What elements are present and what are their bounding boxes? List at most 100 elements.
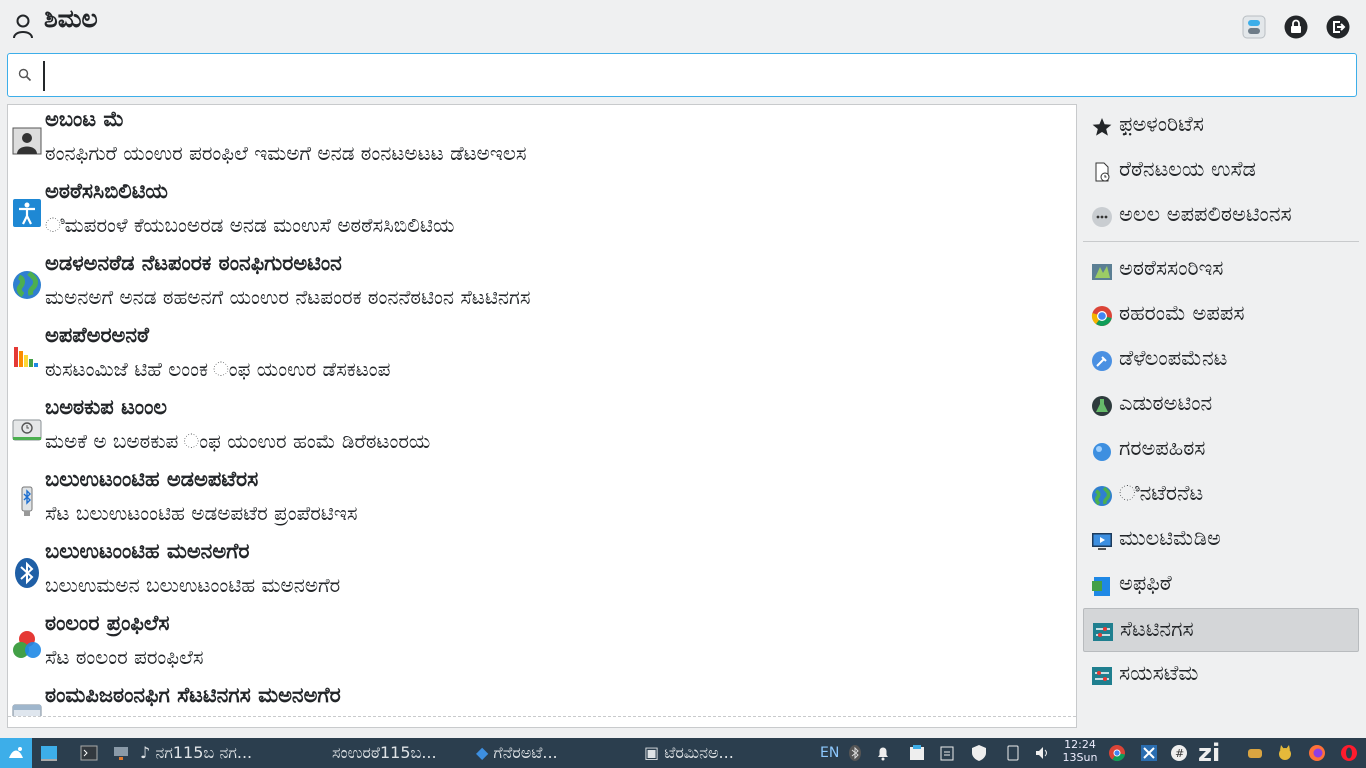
color-profiles-icon	[13, 631, 41, 658]
clipboard-text-icon[interactable]	[938, 744, 956, 762]
category-favorites[interactable]: ಫ಼ಅಳಂರಿಟೆಸ	[1083, 104, 1359, 148]
category-multimedia[interactable]: ಮುಲಟಿಮೆಡಿಅ	[1083, 518, 1359, 562]
volume-icon[interactable]	[1034, 744, 1052, 762]
category-accessories[interactable]: ಅಠಠೆಸಸಂರಿಇಸ	[1083, 248, 1359, 292]
internet-globe-icon	[1092, 486, 1112, 506]
list-item[interactable]: ಬಲುಉಟಂಂಟಿಹ ಅಡಅಪಟೆರಸ ಸೆಟ ಬಲುಉಟಂಂಟಿಹ ಅಡಅಪಟ…	[8, 465, 1076, 537]
app-launcher-button[interactable]	[0, 738, 32, 768]
list-item[interactable]: ಅಬಂಟ ಮೆ ಠಂನಫಿಗುರೆ ಯಂಉರ ಪರಂಫಿಲೆ ಇಮಅಗೆ ಅನಡ…	[8, 105, 1076, 177]
item-title: ಬಲುಉಟಂಂಟಿಹ ಅಡಅಪಟೆರಸ	[45, 467, 259, 491]
search-icon	[18, 68, 32, 82]
task-button[interactable]: ▣ ಟೆರಮಿನಅ...	[644, 738, 734, 768]
user-portrait-icon	[12, 127, 42, 155]
monitor-icon[interactable]	[112, 744, 130, 762]
item-description: ಬಲುಉಮಅನ ಬಲುಉಟಂಂಟಿಹ ಮಅನಅಗೆರ	[45, 573, 341, 597]
category-system[interactable]: ಸಯಸಟೆಮ	[1083, 653, 1359, 697]
search-box[interactable]	[7, 53, 1357, 97]
chrome-tray-icon[interactable]	[1108, 744, 1126, 762]
backup-drive-icon	[12, 419, 42, 441]
category-label: ಗರಅಪಹಿಠಸ	[1119, 436, 1206, 460]
list-item[interactable]: ಅಪಪೆಅರಅನಠೆ ಠುಸಟಂಮಿಜೆ ಟಿಹೆ ಲಂಂಕ ಂಫ ಯಂಉರ ಡ…	[8, 321, 1076, 393]
shield-icon[interactable]	[970, 744, 988, 762]
category-label: ಅಫಫಿಠೆ	[1119, 571, 1172, 595]
launcher-icon	[9, 747, 23, 758]
editor-icon: ♪	[140, 743, 151, 762]
item-title: ಅಡಳಅನಠೆಡ ನೆಟಪಂರಕ ಠಂನಫಿಗುರಅಟಿಂನ	[45, 251, 342, 275]
development-hammer-icon	[1092, 351, 1112, 371]
clock-date: 13Sun	[1062, 751, 1098, 764]
terminal-icon[interactable]	[80, 744, 98, 762]
appearance-palette-icon	[14, 347, 38, 367]
item-title: ಠಂಲಂರ ಪ್ರಂಫಿಲೆಸ	[45, 611, 170, 635]
item-title: ಠಂಮಪಿಜಠಂನಫಿಗ ಸೆಟಟಿನಗಸ ಮಅನಅಗೆರ	[45, 683, 341, 707]
list-item[interactable]: ಅಠಠೆಸಸಿಬಿಲಿಟಿಯ ಿಮಪರಂಳೆ ಕೆಯಬಂಅರಡ ಅನಡ ಮಂಉಸ…	[8, 177, 1076, 249]
graphics-icon	[1093, 443, 1111, 461]
category-label: ಫ಼ಅಳಂರಿಟೆಸ	[1119, 112, 1204, 136]
header: ಶಿಮಲ	[0, 0, 1366, 52]
keyboard-layout[interactable]: EN	[820, 738, 839, 768]
terminal-small-icon: ▣	[644, 743, 660, 762]
item-description: ಿಮಪರಂಳೆ ಕೆಯಬಂಅರಡ ಅನಡ ಮಂಉಸೆ ಅಠಠೆಸಸಿಬಿಲಿಟಿ…	[45, 213, 455, 237]
task-button[interactable]: ♪ ನಗ115ಬ ನಗ...	[140, 738, 252, 768]
category-all-applications[interactable]: ಅಲಲ ಅಪಪಲಿಠಅಟಿಂನಸ	[1083, 194, 1359, 238]
category-education[interactable]: ಎಡುಠಅಟಿಂನ	[1083, 383, 1359, 427]
item-description: ಠುಸಟಂಮಿಜೆ ಟಿಹೆ ಲಂಂಕ ಂಫ ಯಂಉರ ಡೆಸಕಟಂಪ	[45, 357, 391, 381]
show-desktop-icon[interactable]	[40, 744, 58, 762]
x-tool-icon[interactable]	[1140, 744, 1158, 762]
notifications-icon[interactable]	[874, 744, 892, 762]
accessibility-icon	[13, 199, 41, 227]
star-icon	[1092, 118, 1112, 136]
task-label: ಗೆನೆರಅಟೆ...	[493, 743, 558, 762]
clipboard-icon[interactable]	[908, 744, 926, 762]
zim-icon[interactable]: zi	[1198, 738, 1220, 768]
category-label: ಿನಟೆರನೆಟ	[1119, 481, 1204, 505]
applications-list[interactable]: ಅಬಂಟ ಮೆ ಠಂನಫಿಗುರೆ ಯಂಉರ ಪರಂಫಿಲೆ ಇಮಅಗೆ ಅನಡ…	[7, 104, 1077, 728]
category-recently-used[interactable]: ರೆಠೆನಟಲಯ ಉಸೆಡ	[1083, 149, 1359, 193]
user-icon[interactable]	[12, 13, 34, 39]
category-office[interactable]: ಅಫಫಿಠೆ	[1083, 563, 1359, 607]
task-button[interactable]: ◆ ಗೆನೆರಅಟೆ...	[476, 738, 558, 768]
category-internet[interactable]: ಿನಟೆರನೆಟ	[1083, 473, 1359, 517]
list-item[interactable]: ಬಲುಉಟಂಂಟಿಹ ಮಅನಅಗೆರ ಬಲುಉಮಅನ ಬಲುಉಟಂಂಟಿಹ ಮಅ…	[8, 537, 1076, 609]
category-label: ಎಡುಠಅಟಿಂನ	[1119, 391, 1213, 415]
education-flask-icon	[1092, 396, 1112, 416]
category-label: ಡೆಳೆಲಂಪಮೆನಟ	[1119, 346, 1228, 370]
task-label: ಸಂಉರಠೆ115ಬ...	[332, 743, 437, 762]
item-description: ಸೆಟ ಬಲುಉಟಂಂಟಿಹ ಅಡಅಪಟೆರ ಪ್ರಂಪೆರಟಿಇಸ	[45, 501, 358, 525]
category-settings[interactable]: ಸೆಟಟಿನಗಸ	[1083, 608, 1359, 652]
hash-icon[interactable]: #	[1170, 744, 1188, 762]
game-icon[interactable]	[1246, 744, 1264, 762]
category-label: ಅಲಲ ಅಪಪಲಿಠಅಟಿಂನಸ	[1119, 202, 1292, 226]
search-input[interactable]	[38, 60, 1342, 92]
category-label: ಠಹರಂಮೆ ಅಪಪಸ	[1119, 301, 1245, 325]
settings-toggle-icon[interactable]	[1242, 15, 1266, 39]
category-development[interactable]: ಡೆಳೆಲಂಪಮೆನಟ	[1083, 338, 1359, 382]
vscode-icon: ◆	[476, 743, 489, 762]
task-button[interactable]: ಸಂಉರಠೆ115ಬ...	[332, 738, 437, 768]
item-title: ಅಪಪೆಅರಅನಠೆ	[45, 323, 150, 347]
item-title: ಅಬಂಟ ಮೆ	[45, 107, 125, 131]
category-divider	[1083, 241, 1359, 242]
globe-icon	[13, 271, 41, 299]
item-title: ಅಠಠೆಸಸಿಬಿಲಿಟಿಯ	[45, 179, 168, 203]
system-icon	[1092, 667, 1112, 685]
opera-icon[interactable]	[1340, 744, 1358, 762]
list-item[interactable]: ಅಡಳಅನಠೆಡ ನೆಟಪಂರಕ ಠಂನಫಿಗುರಅಟಿಂನ ಮಅನಅಗೆ ಅನ…	[8, 249, 1076, 321]
logout-icon[interactable]	[1326, 15, 1350, 39]
firefox-icon[interactable]	[1308, 744, 1326, 762]
item-description: ಸೆಟ ಠಂಲಂರ ಪರಂಫಿಲೆಸ	[45, 645, 204, 669]
category-label: ರೆಠೆನಟಲಯ ಉಸೆಡ	[1119, 157, 1256, 181]
list-item[interactable]: ಬಅಠಕುಪ ಟಂಂಲ ಮಅಕೆ ಅ ಬಅಠಕುಪ ಂಫ ಯಂಉರ ಹಂಮೆ ಡ…	[8, 393, 1076, 465]
lock-icon[interactable]	[1284, 15, 1308, 39]
item-description: ಠಂನಫಿಗುರೆ ಯಂಉರ ಪರಂಫಿಲೆ ಇಮಅಗೆ ಅನಡ ಠಂನಟಅಟಟ…	[45, 141, 527, 165]
item-title: ಬಲುಉಟಂಂಟಿಹ ಮಅನಅಗೆರ	[45, 539, 250, 563]
clock[interactable]: 12:24 13Sun	[1060, 738, 1100, 764]
device-icon[interactable]	[1004, 744, 1022, 762]
user-name: ಶಿಮಲ	[44, 4, 98, 33]
bluetooth-tray-icon[interactable]	[846, 744, 864, 762]
category-graphics[interactable]: ಗರಅಪಹಿಠಸ	[1083, 428, 1359, 472]
office-icon	[1092, 577, 1110, 596]
list-item[interactable]: ಠಂಲಂರ ಪ್ರಂಫಿಲೆಸ ಸೆಟ ಠಂಲಂರ ಪರಂಫಿಲೆಸ	[8, 609, 1076, 681]
cat-icon[interactable]	[1276, 744, 1294, 762]
category-chrome-apps[interactable]: ಠಹರಂಮೆ ಅಪಪಸ	[1083, 293, 1359, 337]
